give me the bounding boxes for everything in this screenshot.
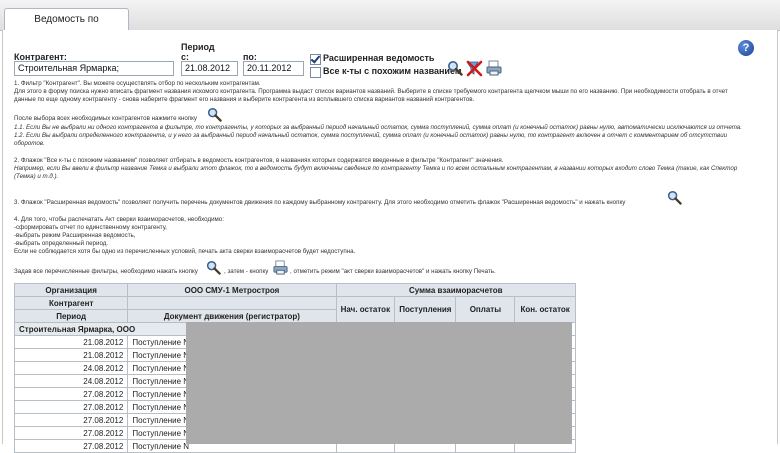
instruction-line: 3. Флажок "Расширенная ведомость" позвол…: [14, 199, 626, 206]
extended-statement-checkbox[interactable]: [310, 54, 321, 65]
instruction-line: оборотов.: [14, 140, 45, 147]
instruction-line: Если не соблюдается хотя бы одно из пере…: [14, 248, 356, 255]
row-date: 27.08.2012: [13, 439, 129, 453]
row-date: 24.08.2012: [13, 374, 129, 388]
row-date: 24.08.2012: [13, 361, 129, 375]
instruction-line: Например, если Вы ввели в фильтр названи…: [14, 165, 738, 172]
header-cell-empty: [127, 296, 337, 310]
contractor-header: Контрагент: [13, 296, 129, 310]
row-date: 27.08.2012: [13, 387, 129, 401]
document-header: Документ движения (регистратор): [127, 309, 337, 323]
instruction-line: -выбрать режим Расширенная ведомость,: [14, 232, 136, 239]
tab-bar: Ведомость по контрагентам: [0, 0, 780, 47]
instruction-line: 1.1. Если Вы не выбрали ни одного контра…: [14, 124, 742, 131]
date-to-input[interactable]: 20.11.2012: [243, 61, 304, 76]
instruction-line: Задав все перечисленные фильтры, необход…: [14, 268, 198, 275]
row-date: 21.08.2012: [13, 348, 129, 362]
date-from-input[interactable]: 21.08.2012: [181, 61, 238, 76]
end-balance-header: Кон. остаток: [514, 296, 576, 323]
redacted-area: [186, 322, 572, 444]
help-icon[interactable]: ?: [738, 40, 754, 56]
similar-names-label: Все к-ты с похожим названием: [323, 66, 462, 76]
instruction-line: После выбора всех необходимых контрагент…: [14, 115, 198, 122]
instruction-line: 1. Фильтр "Контрагент". Вы можете осущес…: [14, 80, 261, 87]
row-date: 27.08.2012: [13, 400, 129, 414]
start-balance-header: Нач. остаток: [335, 296, 396, 323]
instruction-line: 2. Флажок "Все к-ты с похожим названием"…: [14, 157, 504, 164]
instruction-line: , затем - кнопку: [224, 268, 269, 275]
instruction-line: -выбрать определенный период.: [14, 240, 109, 247]
period-header: Период: [13, 309, 129, 323]
income-header: Поступления: [394, 296, 457, 323]
search-icon[interactable]: [447, 60, 463, 76]
instruction-line: 4. Для того, чтобы распечатать Акт сверк…: [14, 216, 224, 223]
payments-header: Оплаты: [455, 296, 516, 323]
period-label: Период: [181, 42, 215, 52]
search-icon: [667, 190, 682, 205]
extended-statement-label: Расширенная ведомость: [323, 53, 435, 63]
contractor-input[interactable]: Строительная Ярмарка;: [14, 61, 174, 76]
instruction-line: -сформировать отчет по единственному кон…: [14, 224, 167, 231]
row-date: 27.08.2012: [13, 413, 129, 427]
search-icon: [207, 107, 222, 122]
print-report-icon[interactable]: [486, 60, 502, 76]
instruction-line: (Темка) и т.д.).: [14, 173, 59, 180]
settlement-sum-header: Сумма взаиморасчетов: [335, 283, 576, 297]
row-date: 27.08.2012: [13, 426, 129, 440]
organization-header: Организация: [13, 283, 129, 297]
print-report-icon: [273, 260, 288, 275]
row-date: 21.08.2012: [13, 335, 129, 349]
instruction-line: 1.2. Если Вы выбрали определенного контр…: [14, 132, 728, 139]
header-row: Контрагент Нач. остаток Поступления Опла…: [13, 296, 576, 323]
search-icon: [206, 260, 221, 275]
instruction-line: данные по еще одному контрагенту - снова…: [14, 96, 475, 103]
similar-names-checkbox[interactable]: [310, 67, 321, 78]
instruction-line: Для этого в форму поиска нужно вписать ф…: [14, 88, 728, 95]
tab-contractor-statement[interactable]: Ведомость по контрагентам: [4, 8, 129, 47]
organization-name: ООО СМУ-1 Метростроя: [127, 283, 337, 297]
clear-filter-icon[interactable]: [465, 59, 483, 77]
header-row: Организация ООО СМУ-1 Метростроя Сумма в…: [13, 283, 576, 297]
instruction-line: , отметить режим "акт сверки взаиморасче…: [290, 268, 496, 275]
